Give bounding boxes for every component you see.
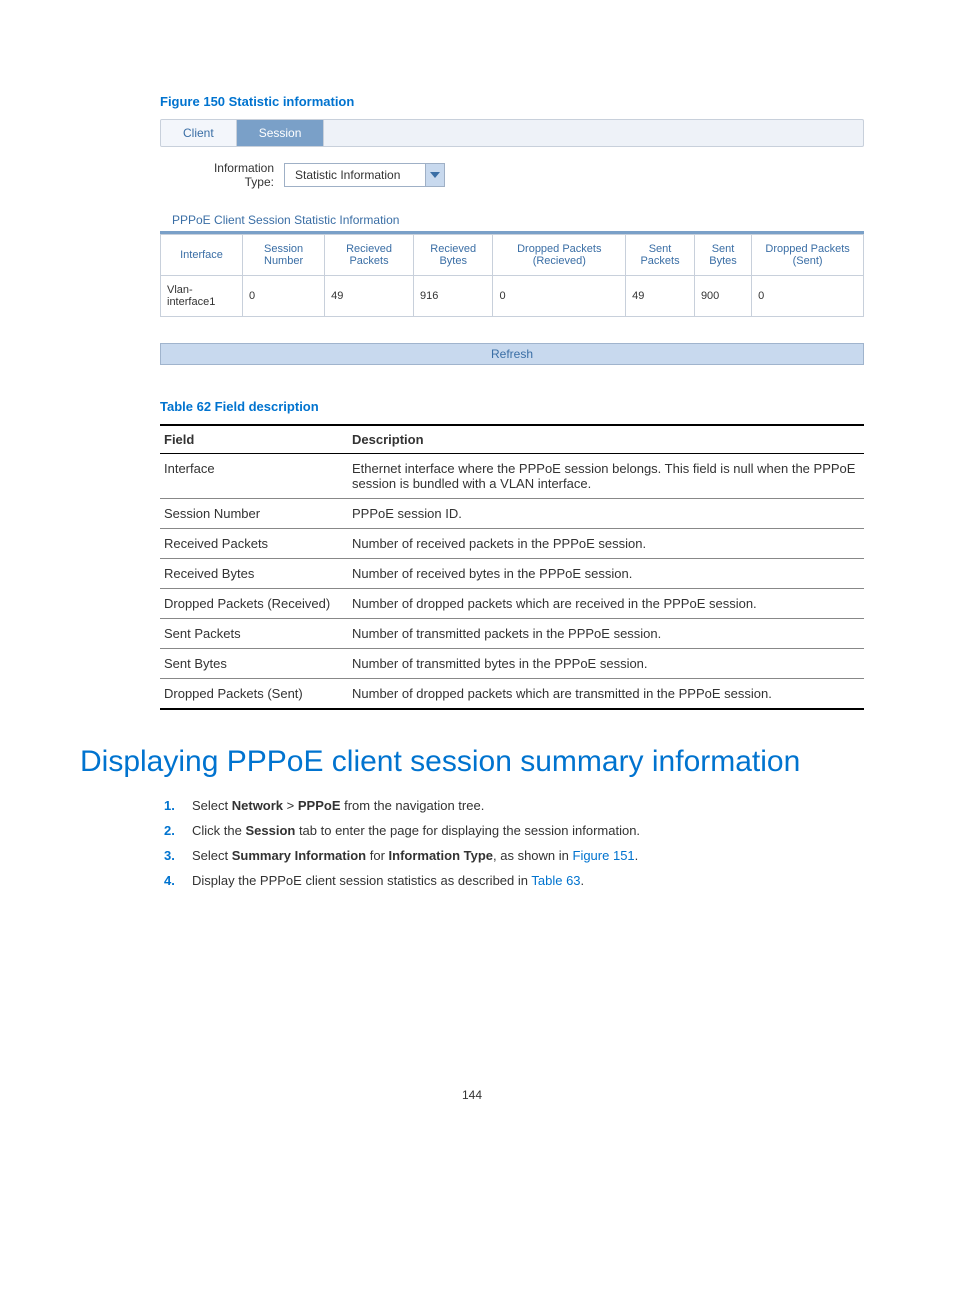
col-dropped-recv: Dropped Packets (Recieved) bbox=[493, 235, 626, 276]
cell-session-number: 0 bbox=[243, 276, 325, 317]
tab-filler bbox=[324, 120, 863, 146]
table-row: Dropped Packets (Sent)Number of dropped … bbox=[160, 679, 864, 710]
table-row: Vlan-interface1 0 49 916 0 49 900 0 bbox=[161, 276, 864, 317]
col-sent-packets: Sent Packets bbox=[626, 235, 695, 276]
cell-dropped-sent: 0 bbox=[752, 276, 864, 317]
col-recv-bytes: Recieved Bytes bbox=[413, 235, 493, 276]
col-recv-packets: Recieved Packets bbox=[325, 235, 414, 276]
cell-sent-bytes: 900 bbox=[694, 276, 751, 317]
cell-recv-packets: 49 bbox=[325, 276, 414, 317]
info-type-select[interactable]: Statistic Information bbox=[284, 163, 445, 187]
cell-interface: Vlan-interface1 bbox=[161, 276, 243, 317]
step-1: Select Network > PPPoE from the navigati… bbox=[178, 798, 864, 813]
table-row: Dropped Packets (Received)Number of drop… bbox=[160, 589, 864, 619]
link-table-63[interactable]: Table 63 bbox=[531, 873, 580, 888]
tab-bar: Client Session bbox=[160, 119, 864, 147]
link-figure-151[interactable]: Figure 151 bbox=[573, 848, 635, 863]
tab-client[interactable]: Client bbox=[161, 120, 237, 146]
field-description-table: Field Description InterfaceEthernet inte… bbox=[160, 424, 864, 710]
cell-recv-bytes: 916 bbox=[413, 276, 493, 317]
col-description: Description bbox=[348, 425, 864, 454]
page-heading: Displaying PPPoE client session summary … bbox=[80, 744, 864, 780]
table-row: Received PacketsNumber of received packe… bbox=[160, 529, 864, 559]
tab-session[interactable]: Session bbox=[237, 120, 325, 146]
table-row: Session NumberPPPoE session ID. bbox=[160, 499, 864, 529]
col-dropped-sent: Dropped Packets (Sent) bbox=[752, 235, 864, 276]
col-sent-bytes: Sent Bytes bbox=[694, 235, 751, 276]
figure-caption: Figure 150 Statistic information bbox=[160, 94, 864, 109]
stats-table: Interface Session Number Recieved Packet… bbox=[160, 234, 864, 317]
col-field: Field bbox=[160, 425, 348, 454]
info-type-label: Information Type: bbox=[184, 161, 274, 189]
table-caption: Table 62 Field description bbox=[160, 399, 864, 414]
info-type-value: Statistic Information bbox=[285, 168, 425, 182]
cell-dropped-recv: 0 bbox=[493, 276, 626, 317]
step-2: Click the Session tab to enter the page … bbox=[178, 823, 864, 838]
step-4: Display the PPPoE client session statist… bbox=[178, 873, 864, 888]
col-session-number: Session Number bbox=[243, 235, 325, 276]
chevron-down-icon bbox=[425, 164, 444, 186]
table-row: Sent PacketsNumber of transmitted packet… bbox=[160, 619, 864, 649]
steps-list: Select Network > PPPoE from the navigati… bbox=[160, 798, 864, 888]
table-row: Sent BytesNumber of transmitted bytes in… bbox=[160, 649, 864, 679]
table-row: Received BytesNumber of received bytes i… bbox=[160, 559, 864, 589]
refresh-button[interactable]: Refresh bbox=[160, 343, 864, 365]
page-number: 144 bbox=[80, 1088, 864, 1102]
stats-outer: Interface Session Number Recieved Packet… bbox=[160, 231, 864, 317]
info-type-row: Information Type: Statistic Information bbox=[184, 161, 864, 189]
step-3: Select Summary Information for Informati… bbox=[178, 848, 864, 863]
table-row: InterfaceEthernet interface where the PP… bbox=[160, 454, 864, 499]
col-interface: Interface bbox=[161, 235, 243, 276]
cell-sent-packets: 49 bbox=[626, 276, 695, 317]
stats-section-title: PPPoE Client Session Statistic Informati… bbox=[160, 213, 864, 227]
